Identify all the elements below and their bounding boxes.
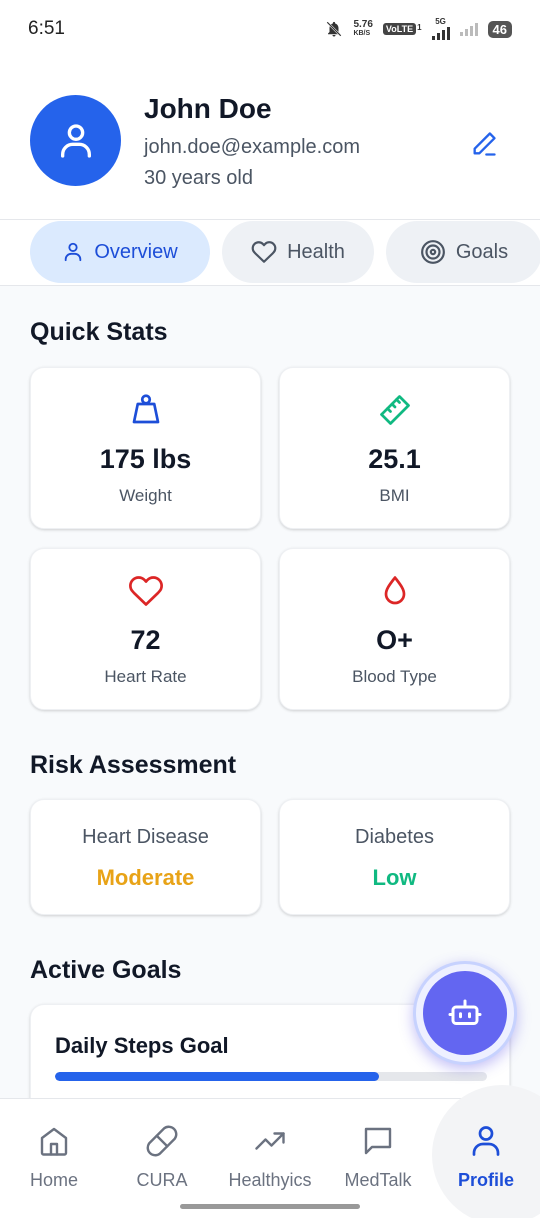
goal-title: Daily Steps Goal (55, 1033, 229, 1058)
tab-overview[interactable]: Overview (30, 221, 210, 283)
ruler-icon (379, 395, 410, 425)
stat-card-heart-rate[interactable]: 72 Heart Rate (30, 548, 261, 710)
tab-label: Health (287, 240, 345, 263)
stat-card-weight[interactable]: 175 lbs Weight (30, 367, 261, 529)
stat-card-bmi[interactable]: 25.1 BMI (279, 367, 510, 529)
home-icon (40, 1127, 68, 1156)
stat-value: 72 (130, 625, 161, 655)
trending-up-icon (255, 1132, 285, 1150)
nav-item-profile[interactable]: Profile (432, 1085, 540, 1218)
goal-progress-fill (55, 1072, 379, 1081)
edit-profile-button[interactable] (464, 124, 504, 164)
ai-assistant-fab[interactable] (413, 961, 517, 1065)
target-icon (420, 240, 445, 264)
risk-level: Low (372, 865, 417, 890)
quick-stats-title: Quick Stats (30, 318, 168, 346)
risk-card-heart-disease[interactable]: Heart Disease Moderate (30, 799, 261, 915)
chat-icon (364, 1127, 392, 1155)
stat-value: 175 lbs (99, 444, 192, 474)
user-icon (65, 242, 82, 262)
nav-item-home[interactable]: Home (0, 1099, 108, 1218)
status-time: 6:51 (28, 18, 65, 39)
avatar (30, 95, 121, 186)
nav-label: Healthyics (228, 1170, 312, 1190)
stat-value: O+ (376, 625, 413, 655)
user-age: 30 years old (144, 167, 253, 189)
risk-label: Heart Disease (82, 826, 209, 848)
volte-badge: VoLTE 1 (382, 23, 422, 35)
risk-assessment-title: Risk Assessment (30, 751, 237, 779)
signal-5g: 5G (431, 18, 450, 40)
user-name: John Doe (144, 93, 272, 124)
goal-progress-bar (55, 1072, 487, 1081)
stat-label: Heart Rate (104, 667, 187, 686)
nav-item-cura[interactable]: CURA (108, 1099, 216, 1218)
home-indicator[interactable] (180, 1204, 360, 1209)
weight-icon (132, 394, 159, 424)
heart-icon (251, 241, 277, 263)
nav-label: MedTalk (344, 1170, 412, 1190)
stat-label: BMI (379, 486, 410, 505)
nav-item-medtalk[interactable]: MedTalk (324, 1099, 432, 1218)
stat-label: Blood Type (352, 667, 437, 686)
pill-icon (146, 1125, 178, 1157)
profile-tabs: Overview Health Goals (0, 220, 540, 286)
tab-label: Overview (94, 240, 178, 263)
fab-inner (423, 971, 507, 1055)
user-icon (472, 1126, 500, 1156)
battery-icon: 46 (487, 20, 512, 38)
user-email: john.doe@example.com (144, 136, 360, 158)
signal-bars-icon-2 (459, 22, 478, 36)
nav-label: Home (29, 1170, 78, 1190)
signal-bars-icon (431, 26, 450, 40)
tab-goals[interactable]: Goals (386, 221, 540, 283)
nav-item-healthyics[interactable]: Healthyics (216, 1099, 324, 1218)
bell-off-icon (326, 21, 342, 37)
risk-label: Diabetes (355, 826, 434, 848)
heart-icon (128, 576, 163, 606)
profile-header: John Doe john.doe@example.com 30 years o… (0, 58, 540, 220)
risk-card-diabetes[interactable]: Diabetes Low (279, 799, 510, 915)
stat-value: 25.1 (368, 444, 421, 474)
tab-label: Goals (455, 240, 509, 263)
droplet-icon (384, 576, 405, 605)
nav-label: CURA (136, 1170, 188, 1190)
status-bar: 6:51 5.76 KB/S VoLTE 1 5G 46 (0, 0, 540, 58)
tab-health[interactable]: Health (222, 221, 374, 283)
nav-label: Profile (457, 1170, 514, 1190)
bot-icon (448, 999, 482, 1025)
risk-level: Moderate (96, 865, 195, 890)
stat-label: Weight (119, 486, 172, 505)
active-goals-title: Active Goals (30, 956, 182, 984)
pencil-icon (473, 132, 496, 156)
bottom-nav: Home CURA Healthyics MedTalk Profile (0, 1085, 540, 1218)
stat-card-blood-type[interactable]: O+ Blood Type (279, 548, 510, 710)
user-icon (60, 123, 91, 158)
net-speed: 5.76 KB/S (353, 19, 373, 38)
status-icons: 5.76 KB/S VoLTE 1 5G 46 (325, 18, 512, 40)
